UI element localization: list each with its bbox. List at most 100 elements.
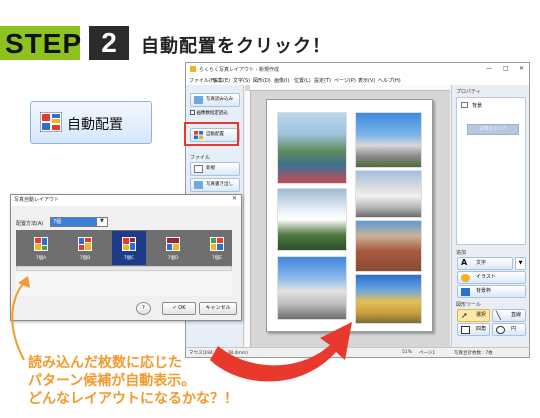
pattern-b-thumbnail — [78, 237, 92, 251]
status-zoom: 51% — [402, 350, 413, 355]
add-text-label: 文字 — [476, 260, 487, 266]
minimize-button[interactable]: — — [486, 65, 492, 72]
photo-yellow-castle[interactable] — [355, 274, 422, 324]
export-photo-button[interactable]: 写真書き出し — [190, 178, 240, 192]
ruler-vertical — [245, 91, 251, 347]
dialog-close-icon[interactable]: ✕ — [232, 195, 237, 202]
export-icon — [194, 181, 203, 189]
circle-tool-label: 円 — [511, 326, 517, 332]
menu-settings[interactable]: 設定(T) — [314, 77, 331, 84]
menu-file[interactable]: ファイル(F) — [189, 77, 216, 84]
maximize-button[interactable]: □ — [503, 65, 509, 72]
text-icon: A — [461, 258, 468, 267]
add-illustration-button[interactable]: イラスト — [457, 271, 526, 284]
clear-background-button[interactable]: 背景をクリア — [467, 124, 519, 135]
add-frame-label: 背景枠 — [476, 288, 492, 294]
menu-bar: ファイル(F) 編集(E) 文字(S) 図形(D) 画像(I) 位置(L) 設定… — [186, 76, 529, 85]
photo-castle[interactable] — [355, 112, 422, 168]
pattern-e-label: 7個E — [211, 256, 223, 261]
menu-position[interactable]: 位置(L) — [294, 77, 311, 84]
export-label: 写真書き出し — [206, 182, 233, 187]
text-dropdown-icon[interactable]: ▼ — [515, 257, 526, 270]
status-page: ページ1 — [419, 351, 436, 356]
pattern-list: 7個A 7個B 7個C 7個D 7個E — [16, 230, 232, 266]
add-text-button[interactable]: A 文字 — [457, 257, 513, 270]
add-illustration-label: イラスト — [476, 274, 496, 280]
properties-heading: プロパティ — [456, 89, 481, 95]
frame-icon — [461, 288, 470, 296]
caption-line-1: 読み込んだ枚数に応じた — [28, 355, 182, 371]
auto-layout-icon — [40, 112, 62, 132]
image-count-option[interactable]: 画像数指定読込 — [190, 110, 228, 116]
layout-page[interactable] — [266, 99, 433, 332]
rectangle-icon — [461, 326, 470, 334]
add-heading: 追加 — [456, 250, 467, 256]
dialog-preview-area — [16, 272, 232, 296]
pattern-d-label: 7個D — [167, 256, 179, 261]
layout-method-label: 配置方法(A) — [16, 221, 44, 227]
photo-cathedral[interactable] — [277, 256, 347, 320]
help-button[interactable]: ? — [136, 302, 151, 315]
menu-view[interactable]: 表示(V) — [358, 77, 375, 84]
photo-import-button[interactable]: 写真読み込み — [190, 93, 240, 107]
window-title: らくらく写真レイアウト - 新規作成 — [199, 67, 279, 73]
auto-layout-button-label: 自動配置 — [67, 117, 123, 133]
checkmark-icon: ✔ — [172, 305, 177, 311]
rectangle-tool-button[interactable]: 四角 — [457, 323, 490, 336]
pattern-item[interactable]: 7個B — [68, 231, 102, 265]
select-icon: ➚ — [461, 311, 468, 320]
pattern-b-label: 7個B — [79, 256, 91, 261]
app-icon — [190, 66, 196, 72]
photo-red-building[interactable] — [355, 220, 422, 272]
photo-canal[interactable] — [277, 112, 347, 184]
photo-waterfall[interactable] — [277, 188, 347, 251]
new-file-icon — [194, 165, 203, 173]
illustration-icon — [461, 274, 470, 282]
ok-label: OK — [178, 305, 186, 311]
pattern-item-selected[interactable]: 7個C — [112, 231, 146, 265]
circle-tool-button[interactable]: 円 — [492, 323, 526, 336]
add-frame-button[interactable]: 背景枠 — [457, 285, 526, 298]
caption-line-2: パターン候補が自動表示。 — [28, 373, 196, 389]
status-photo-count: 写真合計枚数 : 7枚 — [454, 351, 493, 356]
properties-panel: 背景 背景をクリア — [456, 97, 526, 245]
step-number: 2 — [101, 27, 117, 58]
image-count-label: 画像数指定読込 — [196, 111, 228, 116]
pattern-c-label: 7個C — [123, 256, 135, 261]
menu-edit[interactable]: 編集(E) — [213, 77, 230, 84]
circle-icon — [496, 326, 505, 334]
cancel-button[interactable]: キャンセル — [199, 302, 237, 315]
photo-basilica[interactable] — [355, 170, 422, 218]
photo-import-icon — [194, 96, 203, 104]
new-button[interactable]: 新規 — [190, 162, 240, 176]
menu-shape[interactable]: 図形(D) — [253, 77, 271, 84]
pattern-item[interactable]: 7個A — [24, 231, 58, 265]
line-tool-label: 直線 — [511, 312, 522, 318]
pattern-c-thumbnail — [122, 237, 136, 251]
step-word: STEP — [5, 28, 83, 59]
line-icon: ╲ — [496, 311, 501, 320]
menu-image[interactable]: 画像(I) — [274, 77, 289, 84]
step-title: 自動配置をクリック！ — [141, 36, 331, 57]
photo-import-label: 写真読み込み — [206, 97, 233, 102]
right-panel: プロパティ 背景 背景をクリア 追加 A 文字 ▼ イラスト 背景枠 図形ツール… — [451, 85, 529, 347]
menu-help[interactable]: ヘルプ(H) — [378, 77, 401, 84]
highlight-frame — [184, 122, 239, 146]
pattern-item[interactable]: 7個D — [156, 231, 190, 265]
menu-text[interactable]: 文字(S) — [233, 77, 250, 84]
menu-page[interactable]: ページ(P) — [334, 77, 356, 84]
pattern-d-thumbnail — [166, 237, 180, 251]
background-swatch[interactable] — [461, 102, 468, 108]
layout-method-value: 7個 — [51, 218, 97, 226]
ok-button[interactable]: ✔ OK — [162, 302, 196, 315]
checkbox-icon — [190, 110, 195, 115]
pattern-scrollbar[interactable] — [16, 266, 232, 271]
chevron-down-icon[interactable]: ▼ — [100, 218, 104, 224]
line-tool-button[interactable]: ╲ 直線 — [492, 309, 526, 322]
select-tool-button[interactable]: ➚ 選択 — [457, 309, 490, 322]
pattern-item[interactable]: 7個E — [200, 231, 234, 265]
window-titlebar: らくらく写真レイアウト - 新規作成 — □ ✕ — [186, 63, 529, 76]
background-label: 背景 — [472, 103, 483, 109]
close-button[interactable]: ✕ — [519, 65, 524, 72]
pattern-a-thumbnail — [34, 237, 48, 251]
